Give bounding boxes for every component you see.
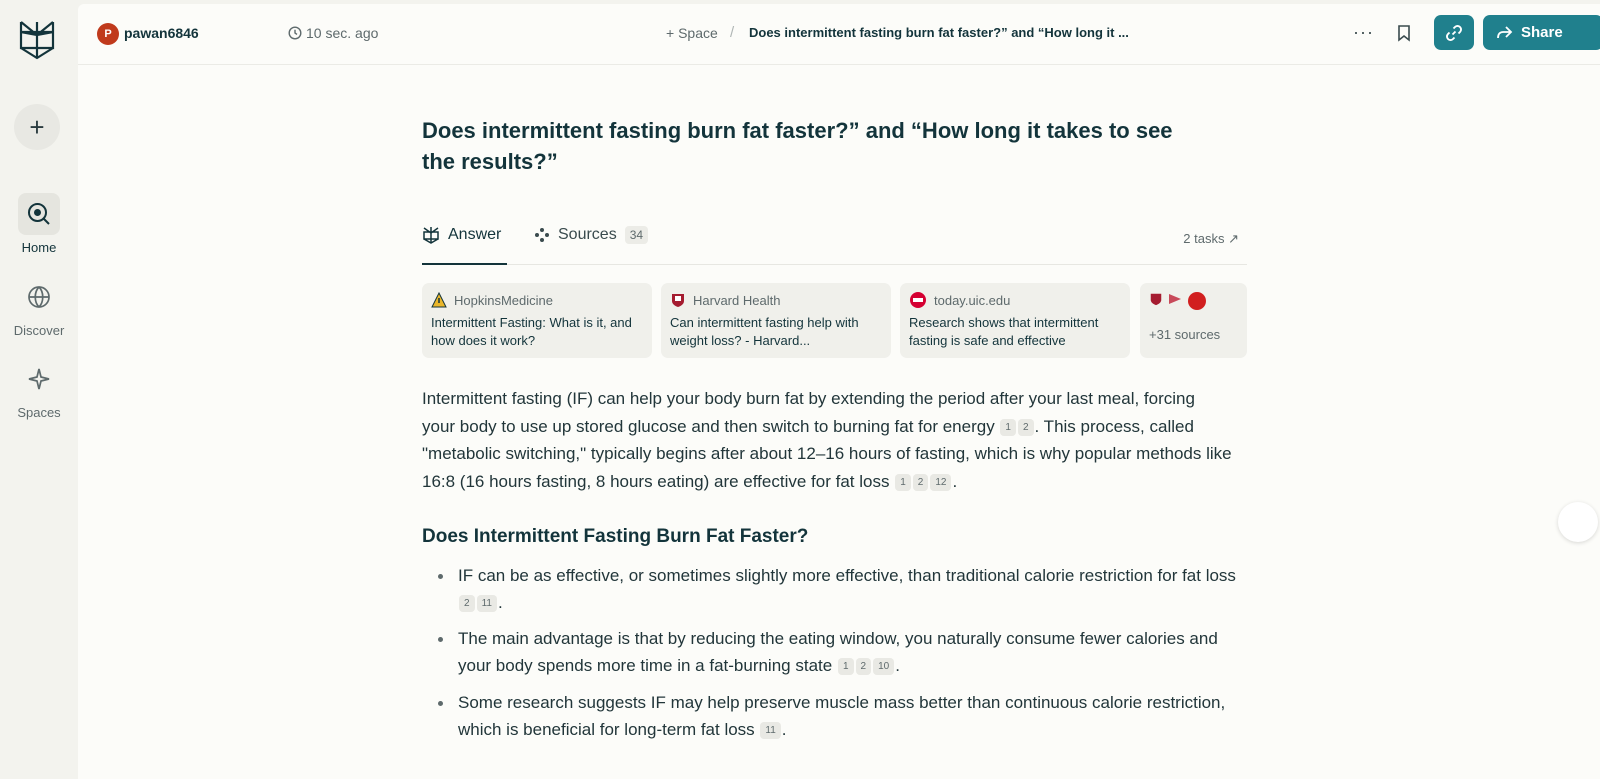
citation[interactable]: 11 <box>760 722 781 739</box>
tab-label: Sources <box>558 226 617 243</box>
sidebar-item-label: Home <box>21 240 57 255</box>
source-title: Intermittent Fasting: What is it, and ho… <box>431 315 632 348</box>
citation[interactable]: 2 <box>855 658 872 675</box>
more-sources-label: +31 sources <box>1149 327 1221 342</box>
source-site: HopkinsMedicine <box>454 292 553 308</box>
list-item: Some research suggests IF may help prese… <box>438 689 1248 743</box>
clock-icon <box>288 26 302 40</box>
list-item-text: IF can be as effective, or sometimes sli… <box>458 566 1236 585</box>
tab-answer[interactable]: Answer <box>422 226 501 244</box>
source-title: Can intermittent fasting help with weigh… <box>670 315 859 348</box>
source-card[interactable]: Harvard Health Can intermittent fasting … <box>661 283 891 358</box>
thread-title[interactable]: Does intermittent fasting burn fat faste… <box>749 25 1129 40</box>
bookmark-icon[interactable] <box>1396 24 1412 42</box>
username[interactable]: pawan6846 <box>124 25 199 41</box>
copy-link-button[interactable] <box>1434 15 1474 50</box>
harvard-shield-icon <box>672 294 684 307</box>
sources-icon <box>535 228 549 242</box>
plus-icon: + <box>29 111 45 142</box>
sidebar-item-label: Discover <box>13 323 65 338</box>
citation[interactable]: 1 <box>1000 418 1016 436</box>
section-heading: Does Intermittent Fasting Burn Fat Faste… <box>422 526 809 547</box>
citation[interactable]: 12 <box>930 473 952 491</box>
add-to-space-button[interactable]: + Space <box>666 25 718 41</box>
globe-icon <box>28 286 50 308</box>
sidebar-item-label: Spaces <box>17 405 61 420</box>
sidebar-item-discover[interactable]: Discover <box>0 276 78 338</box>
active-tab-indicator <box>422 263 507 265</box>
tab-sources[interactable]: Sources 34 <box>534 226 649 244</box>
source-card[interactable]: HopkinsMedicine Intermittent Fasting: Wh… <box>422 283 652 358</box>
answer-paragraph: Intermittent fasting (IF) can help your … <box>422 385 1232 495</box>
sparkle-icon <box>28 368 50 390</box>
more-sources-card[interactable]: +31 sources <box>1140 283 1247 358</box>
list-item: The main advantage is that by reducing t… <box>438 625 1248 679</box>
harvard-shield-icon <box>1150 293 1162 306</box>
more-options-button[interactable]: ··· <box>1353 22 1374 43</box>
list-item: IF can be as effective, or sometimes sli… <box>438 562 1248 616</box>
source-site: today.uic.edu <box>934 292 1011 308</box>
perplexity-logo[interactable] <box>17 18 57 62</box>
sidebar-item-home[interactable]: Home <box>0 193 78 255</box>
share-icon <box>1497 25 1513 38</box>
sidebar-item-spaces[interactable]: Spaces <box>0 358 78 420</box>
citation[interactable]: 1 <box>895 473 911 491</box>
sources-count-badge: 34 <box>624 226 649 244</box>
citation[interactable]: 2 <box>912 473 929 491</box>
source-favicon-icon <box>1169 294 1181 304</box>
tasks-link[interactable]: 2 tasks ↗ <box>1183 231 1239 247</box>
top-bar: P pawan6846 10 sec. ago + Space / Does i… <box>78 4 1600 65</box>
avatar[interactable]: P <box>97 23 119 45</box>
share-label: Share <box>1521 24 1563 41</box>
sidebar: + Home Discover Spaces <box>0 0 78 779</box>
breadcrumb-separator: / <box>730 24 735 41</box>
paragraph-text: . <box>952 471 958 491</box>
toi-logo-icon <box>1188 292 1206 310</box>
link-icon <box>1446 24 1462 41</box>
answer-tabs: Answer Sources 34 2 tasks ↗ <box>422 222 1247 265</box>
source-card[interactable]: today.uic.edu Research shows that interm… <box>900 283 1130 358</box>
citation[interactable]: 2 <box>459 595 475 612</box>
perplexity-icon <box>423 227 439 244</box>
search-icon <box>28 203 50 225</box>
page-title: Does intermittent fasting burn fat faste… <box>422 118 1173 174</box>
citation[interactable]: 10 <box>873 658 895 675</box>
scroll-button[interactable] <box>1558 502 1598 542</box>
citation[interactable]: 11 <box>476 595 497 612</box>
source-site: Harvard Health <box>693 292 781 308</box>
uic-logo-icon <box>910 292 926 308</box>
hopkins-logo-icon <box>431 292 447 308</box>
citation[interactable]: 2 <box>1017 418 1034 436</box>
main-panel: P pawan6846 10 sec. ago + Space / Does i… <box>78 4 1600 779</box>
timestamp: 10 sec. ago <box>306 25 379 41</box>
list-item-text: Some research suggests IF may help prese… <box>458 693 1226 739</box>
share-button[interactable]: Share <box>1483 15 1600 50</box>
source-title: Research shows that intermittent fasting… <box>909 315 1099 348</box>
citation[interactable]: 1 <box>837 658 854 675</box>
new-thread-button[interactable]: + <box>14 104 60 150</box>
tab-label: Answer <box>448 226 502 243</box>
